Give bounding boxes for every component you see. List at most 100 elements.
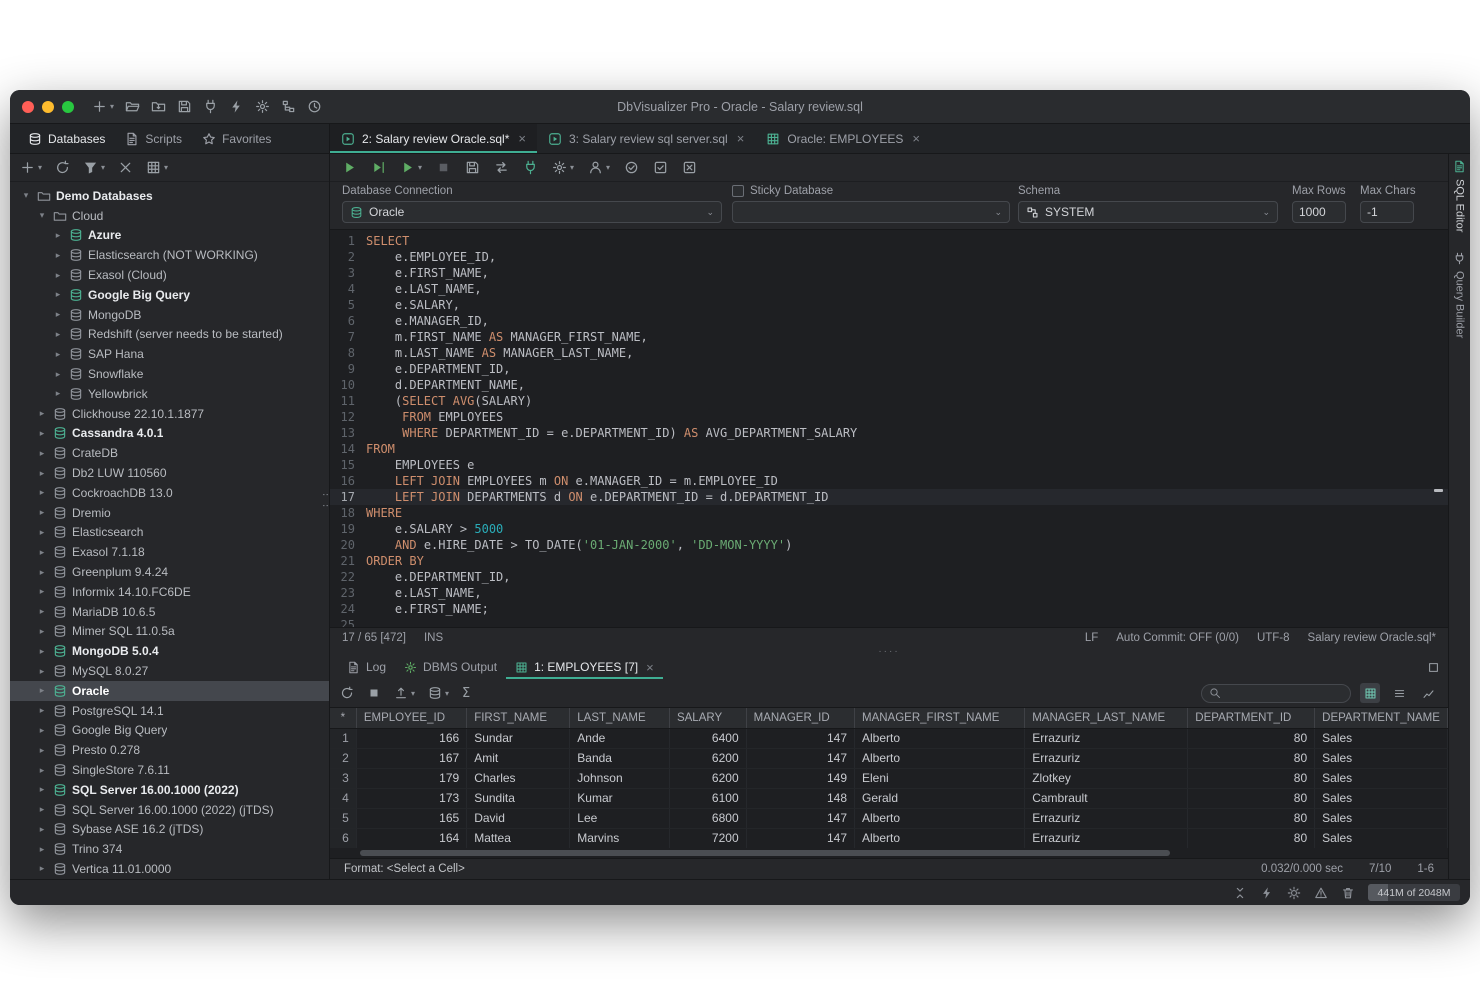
- code-line[interactable]: 19 e.SALARY > 5000: [330, 521, 1448, 537]
- editor-stop-button[interactable]: [436, 160, 451, 175]
- tree-item-cockroachdb-13-0[interactable]: ▸CockroachDB 13.0: [10, 483, 329, 503]
- sidebar-grid-button[interactable]: ▾: [146, 160, 168, 175]
- save-button[interactable]: [177, 99, 192, 114]
- chevron-right-icon[interactable]: ▸: [36, 784, 48, 795]
- chevron-right-icon[interactable]: ▸: [52, 329, 64, 340]
- grid-cell[interactable]: 147: [746, 748, 854, 768]
- grid-cell[interactable]: Sales: [1315, 748, 1448, 768]
- footer-sun-button[interactable]: [1287, 886, 1301, 900]
- chevron-right-icon[interactable]: ▸: [36, 705, 48, 716]
- grid-cell[interactable]: 165: [356, 808, 466, 828]
- editor-tab-oracle-employees[interactable]: Oracle: EMPLOYEES×: [755, 124, 931, 153]
- grid-cell[interactable]: Cambrault: [1025, 788, 1188, 808]
- minimize-window-button[interactable]: [42, 101, 54, 113]
- grid-column-department-name[interactable]: DEPARTMENT_NAME: [1315, 708, 1448, 728]
- scrollbar-thumb[interactable]: [360, 850, 1170, 856]
- chevron-right-icon[interactable]: ▸: [52, 289, 64, 300]
- code-line[interactable]: 1SELECT: [330, 233, 1448, 249]
- editor-tab-3-salary-review-sql-server-sql[interactable]: 3: Salary review sql server.sql×: [537, 124, 755, 153]
- tree-item-vertica-11-01-0000[interactable]: ▸Vertica 11.01.0000: [10, 859, 329, 879]
- editor-tab-2-salary-review-oracle-sql[interactable]: 2: Salary review Oracle.sql*×: [330, 124, 537, 153]
- chevron-right-icon[interactable]: ▸: [36, 527, 48, 538]
- grid-cell[interactable]: Alberto: [855, 748, 1025, 768]
- chevron-right-icon[interactable]: ▸: [36, 844, 48, 855]
- chevron-right-icon[interactable]: ▸: [36, 606, 48, 617]
- grid-cell[interactable]: Amit: [467, 748, 570, 768]
- grid-cell[interactable]: 6200: [669, 748, 746, 768]
- encoding-indicator[interactable]: UTF-8: [1257, 632, 1290, 644]
- grid-column-salary[interactable]: SALARY: [669, 708, 746, 728]
- grid-cell[interactable]: Errazuriz: [1025, 828, 1188, 848]
- chevron-right-icon[interactable]: ▸: [52, 270, 64, 281]
- code-line[interactable]: 11 (SELECT AVG(SALARY): [330, 393, 1448, 409]
- code-line[interactable]: 15 EMPLOYEES e: [330, 457, 1448, 473]
- sidebar-refresh-button[interactable]: [55, 160, 70, 175]
- editor-play-button[interactable]: ▾: [400, 160, 422, 175]
- chevron-right-icon[interactable]: ▸: [36, 547, 48, 558]
- tree-item-mongodb-5-0-4[interactable]: ▸MongoDB 5.0.4: [10, 641, 329, 661]
- maximize-panel-button[interactable]: [1427, 661, 1440, 674]
- grid-cell[interactable]: 147: [746, 728, 854, 748]
- chevron-right-icon[interactable]: ▸: [36, 646, 48, 657]
- tree-item-clickhouse-22-10-1-1877[interactable]: ▸Clickhouse 22.10.1.1877: [10, 404, 329, 424]
- tree-item-sap-hana[interactable]: ▸SAP Hana: [10, 344, 329, 364]
- grid-cell[interactable]: Sales: [1315, 728, 1448, 748]
- schema-select[interactable]: SYSTEM ⌄: [1018, 201, 1278, 223]
- close-tab-icon[interactable]: ×: [518, 132, 526, 145]
- footer-bolt-button[interactable]: [1260, 886, 1274, 900]
- code-line[interactable]: 24 e.FIRST_NAME;: [330, 601, 1448, 617]
- code-line[interactable]: 17 LEFT JOIN DEPARTMENTS d ON e.DEPARTME…: [330, 489, 1448, 505]
- tree-item-dremio[interactable]: ▸Dremio: [10, 503, 329, 523]
- tree-item-snowflake[interactable]: ▸Snowflake: [10, 364, 329, 384]
- grid-cell[interactable]: Mattea: [467, 828, 570, 848]
- footer-warning-button[interactable]: [1314, 886, 1328, 900]
- chevron-right-icon[interactable]: ▸: [52, 309, 64, 320]
- tree-item-exasol-7-1-18[interactable]: ▸Exasol 7.1.18: [10, 542, 329, 562]
- tree-item-exasol-cloud[interactable]: ▸Exasol (Cloud): [10, 265, 329, 285]
- folder-import-button[interactable]: [151, 99, 166, 114]
- grid-column-manager-id[interactable]: MANAGER_ID: [746, 708, 854, 728]
- code-line[interactable]: 13 WHERE DEPARTMENT_ID = e.DEPARTMENT_ID…: [330, 425, 1448, 441]
- chevron-right-icon[interactable]: ▸: [36, 685, 48, 696]
- chevron-right-icon[interactable]: ▸: [36, 428, 48, 439]
- grid-cell[interactable]: 6200: [669, 768, 746, 788]
- grid-cell[interactable]: Lee: [570, 808, 670, 828]
- grid-row[interactable]: 4173SunditaKumar6100148GeraldCambrault80…: [330, 788, 1448, 808]
- code-line[interactable]: 8 m.LAST_NAME AS MANAGER_LAST_NAME,: [330, 345, 1448, 361]
- code-line[interactable]: 25: [330, 617, 1448, 627]
- tree-item-mariadb-10-6-5[interactable]: ▸MariaDB 10.6.5: [10, 602, 329, 622]
- side-tab-query-builder[interactable]: Query Builder: [1453, 252, 1466, 338]
- grid-cell[interactable]: Errazuriz: [1025, 808, 1188, 828]
- code-line[interactable]: 12 FROM EMPLOYEES: [330, 409, 1448, 425]
- editor-plug-button[interactable]: [523, 160, 538, 175]
- chevron-right-icon[interactable]: ▸: [36, 507, 48, 518]
- results-tab-dbms-output[interactable]: DBMS Output: [395, 655, 506, 679]
- results-tab-1-employees-7[interactable]: 1: EMPLOYEES [7]×: [506, 655, 663, 679]
- grid-cell[interactable]: Eleni: [855, 768, 1025, 788]
- results-splitter[interactable]: ····: [330, 648, 1448, 655]
- tree-item-presto-0-278[interactable]: ▸Presto 0.278: [10, 740, 329, 760]
- grid-column-manager-last-name[interactable]: MANAGER_LAST_NAME: [1025, 708, 1188, 728]
- grid-cell[interactable]: Banda: [570, 748, 670, 768]
- grid-cell[interactable]: 149: [746, 768, 854, 788]
- tree-item-informix-14-10-fc6de[interactable]: ▸Informix 14.10.FC6DE: [10, 582, 329, 602]
- gear-button[interactable]: [255, 99, 270, 114]
- grid-cell[interactable]: 148: [746, 788, 854, 808]
- chevron-right-icon[interactable]: ▸: [36, 666, 48, 677]
- grid-row[interactable]: 1166SundarAnde6400147AlbertoErrazuriz80S…: [330, 728, 1448, 748]
- grid-cell[interactable]: Sales: [1315, 828, 1448, 848]
- grid-column-employee-id[interactable]: EMPLOYEE_ID: [356, 708, 466, 728]
- grid-cell[interactable]: Sales: [1315, 788, 1448, 808]
- code-line[interactable]: 23 e.LAST_NAME,: [330, 585, 1448, 601]
- tree-item-google-big-query[interactable]: ▸Google Big Query: [10, 721, 329, 741]
- results-export-button[interactable]: ▾: [394, 686, 415, 700]
- tree-item-mongodb[interactable]: ▸MongoDB: [10, 305, 329, 325]
- sidebar-splitter[interactable]: ⋮⋮: [323, 489, 330, 511]
- grid-cell[interactable]: 80: [1188, 808, 1315, 828]
- grid-cell[interactable]: Marvins: [570, 828, 670, 848]
- results-search[interactable]: [1201, 684, 1351, 703]
- chevron-right-icon[interactable]: ▸: [36, 408, 48, 419]
- grid-column-last-name[interactable]: LAST_NAME: [570, 708, 670, 728]
- grid-cell[interactable]: Kumar: [570, 788, 670, 808]
- plus-button[interactable]: ▾: [92, 99, 114, 114]
